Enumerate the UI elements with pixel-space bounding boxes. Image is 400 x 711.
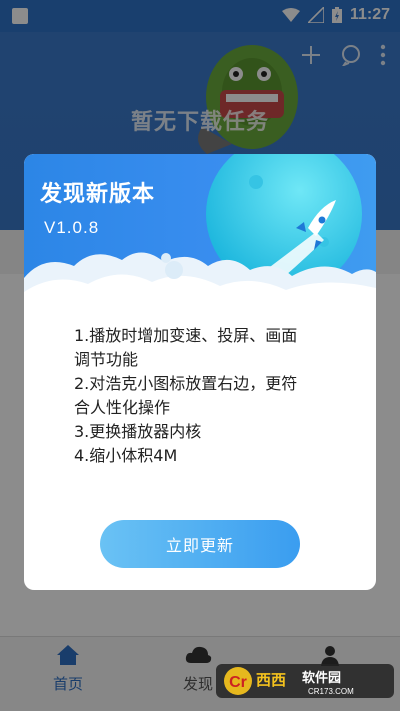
release-note-line: 调节功能 xyxy=(74,350,139,369)
release-note-line: 3.更换播放器内核 xyxy=(74,422,202,441)
release-notes: 1.播放时增加变速、投屏、画面 调节功能 2.对浩克小图标放置右边，更符 合人性… xyxy=(74,324,344,468)
dialog-title: 发现新版本 xyxy=(40,182,156,207)
svg-text:CR173.COM: CR173.COM xyxy=(308,687,354,696)
release-note-line: 1.播放时增加变速、投屏、画面 xyxy=(74,326,298,345)
update-dialog: 发现新版本 V1.0.8 1.播放时增加变速、投屏、画面 调节功能 2.对浩克小… xyxy=(24,154,376,590)
release-note-line: 合人性化操作 xyxy=(74,398,171,417)
release-note-line: 4.缩小体积4M xyxy=(74,446,178,465)
cr173-watermark-logo: Cr 西西 软件园 CR173.COM xyxy=(216,664,394,698)
update-now-button[interactable]: 立即更新 xyxy=(100,520,300,568)
svg-text:Cr: Cr xyxy=(229,674,247,691)
version-label: V1.0.8 xyxy=(44,218,100,237)
svg-text:软件园: 软件园 xyxy=(302,670,341,686)
svg-text:西西: 西西 xyxy=(256,671,286,689)
release-note-line: 2.对浩克小图标放置右边，更符 xyxy=(74,374,298,393)
